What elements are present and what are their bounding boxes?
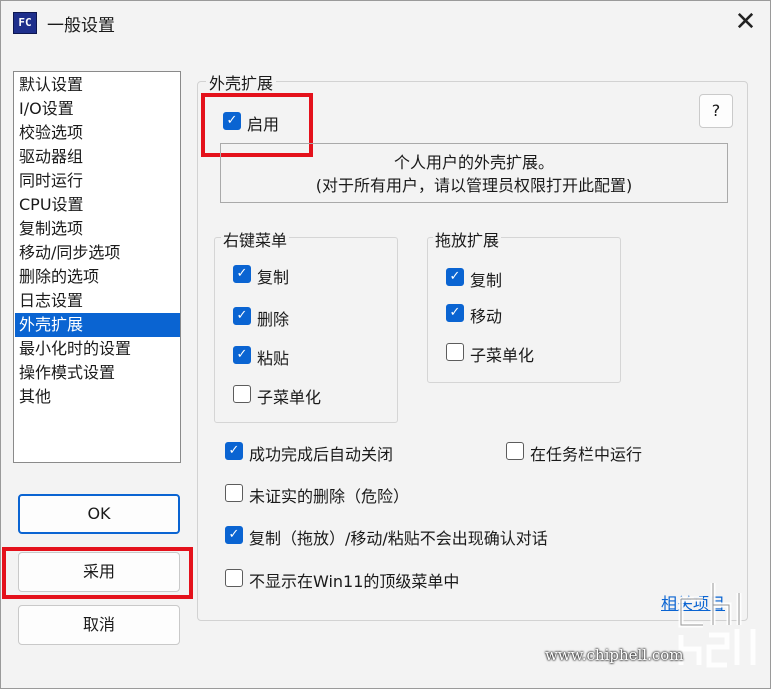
nav-item-operation-mode[interactable]: 操作模式设置 (15, 361, 180, 385)
drag-drop-group-title: 拖放扩展 (433, 227, 502, 251)
nav-item-cpu-settings[interactable]: CPU设置 (15, 193, 180, 217)
cancel-button[interactable]: 取消 (18, 605, 180, 645)
checkbox-unchecked-icon (225, 484, 243, 502)
context-copy-checkbox[interactable]: ✓ 复制 (233, 264, 289, 288)
drag-copy-checkbox[interactable]: ✓ 复制 (446, 267, 502, 291)
checkbox-checked-icon: ✓ (233, 265, 251, 283)
context-copy-label: 复制 (257, 268, 290, 287)
nav-item-concurrent-run[interactable]: 同时运行 (15, 169, 180, 193)
context-submenu-label: 子菜单化 (257, 388, 322, 407)
description-line-2: (对于所有用户，请以管理员权限打开此配置) (315, 176, 633, 195)
panel-title: 外壳扩展 (206, 70, 277, 94)
enable-label: 启用 (247, 115, 280, 134)
ok-button[interactable]: OK (18, 494, 180, 534)
checkbox-unchecked-icon (446, 343, 464, 361)
context-delete-checkbox[interactable]: ✓ 删除 (233, 306, 289, 330)
nav-item-move-sync-options[interactable]: 移动/同步选项 (15, 241, 180, 265)
checkbox-checked-icon: ✓ (225, 526, 243, 544)
chiphell-watermark-logo (678, 583, 756, 668)
title-bar: FC 一般设置 ✕ (1, 1, 770, 45)
no-confirm-dialog-label: 复制（拖放）/移动/粘贴不会出现确认对话 (249, 529, 548, 548)
checkbox-unchecked-icon (225, 569, 243, 587)
hide-win11-top-menu-label: 不显示在Win11的顶级菜单中 (249, 572, 460, 591)
checkbox-checked-icon: ✓ (225, 442, 243, 460)
nav-item-minimize-settings[interactable]: 最小化时的设置 (15, 337, 180, 361)
drag-copy-label: 复制 (470, 271, 503, 290)
context-paste-checkbox[interactable]: ✓ 粘贴 (233, 345, 289, 369)
nav-item-drive-groups[interactable]: 驱动器组 (15, 145, 180, 169)
unconfirmed-delete-checkbox[interactable]: 未证实的删除（危险） (225, 483, 409, 507)
nav-item-other[interactable]: 其他 (15, 385, 180, 409)
window-title: 一般设置 (47, 16, 115, 36)
context-submenu-checkbox[interactable]: 子菜单化 (233, 384, 321, 408)
nav-item-shell-extension[interactable]: 外壳扩展 (15, 313, 180, 337)
description-box: 个人用户的外壳扩展。 (对于所有用户，请以管理员权限打开此配置) (220, 143, 728, 203)
run-in-taskbar-label: 在任务栏中运行 (530, 445, 643, 464)
checkbox-checked-icon: ✓ (446, 268, 464, 286)
drag-move-label: 移动 (470, 307, 503, 326)
watermark-text: www.chiphell.com (545, 646, 684, 664)
hide-win11-top-menu-checkbox[interactable]: 不显示在Win11的顶级菜单中 (225, 568, 459, 592)
drag-move-checkbox[interactable]: ✓ 移动 (446, 303, 502, 327)
auto-close-label: 成功完成后自动关闭 (249, 445, 394, 464)
context-delete-label: 删除 (257, 310, 290, 329)
settings-category-list[interactable]: 默认设置 I/O设置 校验选项 驱动器组 同时运行 CPU设置 复制选项 移动/… (13, 71, 181, 463)
fastcopy-app-icon: FC (13, 12, 37, 34)
nav-item-copy-options[interactable]: 复制选项 (15, 217, 180, 241)
description-line-1: 个人用户的外壳扩展。 (393, 153, 554, 172)
checkbox-checked-icon: ✓ (233, 307, 251, 325)
drag-submenu-label: 子菜单化 (470, 346, 535, 365)
settings-dialog: FC 一般设置 ✕ 默认设置 I/O设置 校验选项 驱动器组 同时运行 CPU设… (0, 0, 771, 689)
nav-item-log-settings[interactable]: 日志设置 (15, 289, 180, 313)
nav-item-verify-options[interactable]: 校验选项 (15, 121, 180, 145)
help-button[interactable]: ? (699, 94, 733, 128)
drag-submenu-checkbox[interactable]: 子菜单化 (446, 342, 534, 366)
checkbox-checked-icon: ✓ (446, 304, 464, 322)
checkbox-checked-icon: ✓ (233, 346, 251, 364)
apply-button[interactable]: 采用 (18, 552, 180, 592)
context-paste-label: 粘贴 (257, 349, 290, 368)
context-menu-group-title: 右键菜单 (221, 227, 290, 251)
no-confirm-dialog-checkbox[interactable]: ✓ 复制（拖放）/移动/粘贴不会出现确认对话 (225, 525, 548, 549)
unconfirmed-delete-label: 未证实的删除（危险） (249, 487, 410, 506)
enable-checkbox[interactable]: ✓ 启用 (223, 111, 279, 135)
nav-item-io-settings[interactable]: I/O设置 (15, 97, 180, 121)
nav-item-delete-options[interactable]: 删除的选项 (15, 265, 180, 289)
run-in-taskbar-checkbox[interactable]: 在任务栏中运行 (506, 441, 642, 465)
checkbox-checked-icon: ✓ (223, 112, 241, 130)
checkbox-unchecked-icon (506, 442, 524, 460)
auto-close-checkbox[interactable]: ✓ 成功完成后自动关闭 (225, 441, 393, 465)
close-icon[interactable]: ✕ (721, 1, 770, 45)
checkbox-unchecked-icon (233, 385, 251, 403)
nav-item-default-settings[interactable]: 默认设置 (15, 73, 180, 97)
